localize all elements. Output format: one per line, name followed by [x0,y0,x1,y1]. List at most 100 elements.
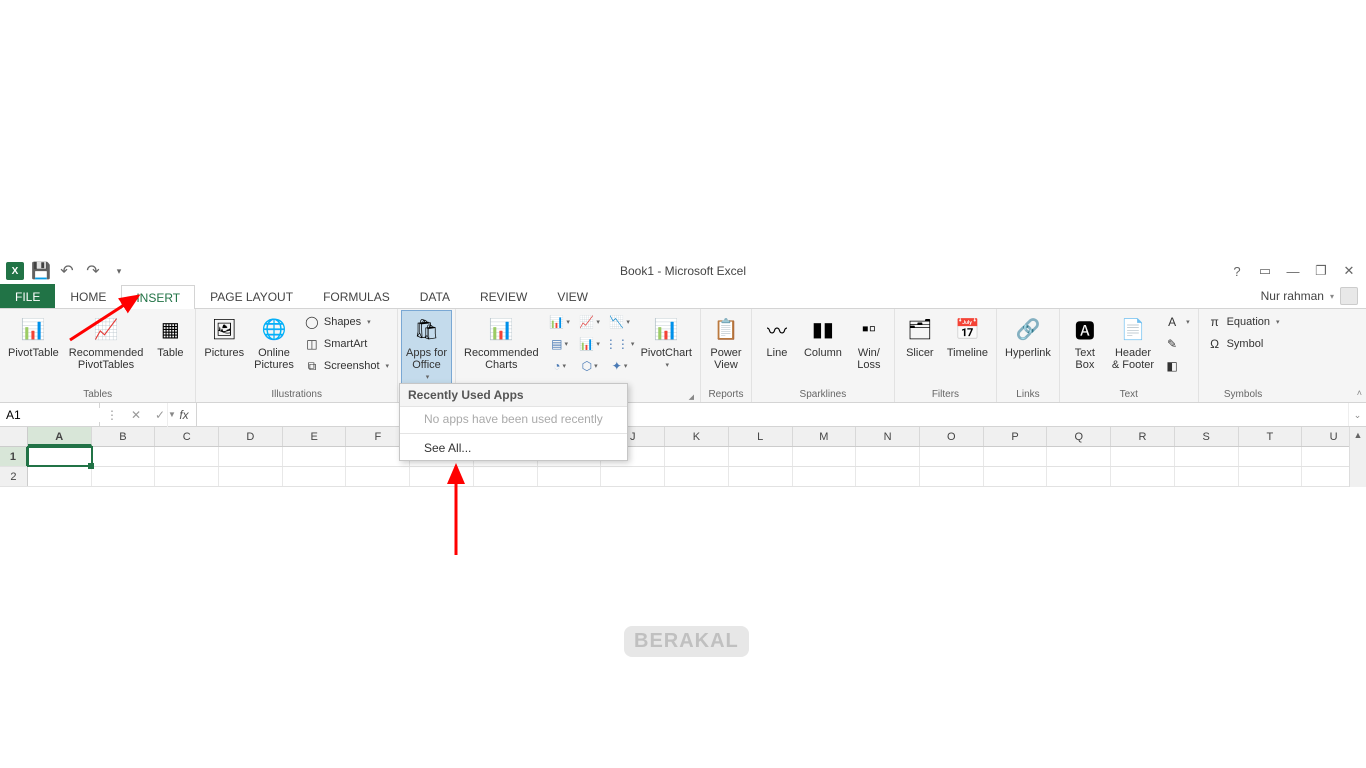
power-view-button[interactable]: 📋Power View [705,311,747,373]
undo-button[interactable]: ↶ [56,260,78,282]
column-chart-button[interactable]: 📊 [545,311,575,333]
user-name[interactable]: Nur rahman [1261,289,1324,303]
cell[interactable] [155,447,219,466]
row-header[interactable]: 1 [0,447,28,466]
cell[interactable] [219,467,283,486]
enter-formula-button[interactable]: ✓ [148,403,172,427]
pie-chart-button[interactable]: ◔ [545,355,575,377]
expand-formula-bar-button[interactable]: ⌄ [1348,403,1366,426]
screenshot-button[interactable]: ⧉Screenshot [300,355,393,377]
cell[interactable] [1239,447,1303,466]
name-box[interactable]: ▼ [0,403,100,426]
line-chart-button[interactable]: 📈 [575,311,605,333]
cell[interactable] [1047,447,1111,466]
save-button[interactable]: 💾 [30,260,52,282]
cell[interactable] [984,467,1048,486]
formula-menu-button[interactable]: ⋮ [100,403,124,427]
slicer-button[interactable]: 🗂Slicer [899,311,941,361]
smartart-button[interactable]: ◫SmartArt [300,333,393,355]
header-footer-button[interactable]: 📄Header & Footer [1108,311,1158,373]
cell[interactable] [538,467,602,486]
text-box-button[interactable]: 🅰Text Box [1064,311,1106,373]
online-pictures-button[interactable]: 🌐Online Pictures [250,311,298,373]
tab-formulas[interactable]: FORMULAS [308,284,405,308]
see-all-apps-item[interactable]: See All... [400,436,627,460]
column-header[interactable]: D [219,427,283,446]
column-header[interactable]: C [155,427,219,446]
sparkline-column-button[interactable]: ▮▮Column [800,311,846,361]
vertical-scrollbar[interactable]: ▲ [1349,427,1366,487]
insert-function-button[interactable]: fx [172,403,196,427]
cell[interactable] [92,467,156,486]
cell[interactable] [1111,447,1175,466]
pivot-chart-button[interactable]: 📊PivotChart [637,311,696,371]
column-header[interactable]: A [28,427,92,446]
minimize-button[interactable]: — [1280,260,1306,282]
cell[interactable] [1111,467,1175,486]
user-avatar-icon[interactable] [1340,287,1358,305]
cell[interactable] [28,467,92,486]
cell[interactable] [920,447,984,466]
cell[interactable] [346,467,410,486]
bar-chart-button[interactable]: ▤ [545,333,575,355]
cell[interactable] [1047,467,1111,486]
cell[interactable] [1239,467,1303,486]
hyperlink-button[interactable]: 🔗Hyperlink [1001,311,1055,361]
column-header[interactable]: N [856,427,920,446]
timeline-button[interactable]: 📅Timeline [943,311,992,361]
scroll-up-button[interactable]: ▲ [1350,427,1366,444]
column-header[interactable]: B [92,427,156,446]
restore-button[interactable]: ❐ [1308,260,1334,282]
cell[interactable] [856,467,920,486]
tab-data[interactable]: DATA [405,284,465,308]
shapes-button[interactable]: ◯Shapes [300,311,393,333]
row-header[interactable]: 2 [0,467,28,486]
collapse-ribbon-button[interactable]: ˄ [1357,388,1362,398]
tab-review[interactable]: REVIEW [465,284,542,308]
tab-view[interactable]: VIEW [542,284,603,308]
scatter-chart-button[interactable]: ⋮⋮ [605,333,635,355]
cell[interactable] [1175,447,1239,466]
tab-file[interactable]: FILE [0,284,55,308]
ribbon-display-options-button[interactable]: ▭ [1252,260,1278,282]
cell[interactable] [601,467,665,486]
object-button[interactable]: ◧ [1160,355,1194,377]
cell[interactable] [92,447,156,466]
column-header[interactable]: M [793,427,857,446]
cell[interactable] [984,447,1048,466]
cell[interactable] [219,447,283,466]
radar-chart-button[interactable]: ✦ [605,355,635,377]
select-all-corner[interactable] [0,427,28,446]
stock-chart-button[interactable]: 📊 [575,333,605,355]
recommended-charts-button[interactable]: 📊Recommended Charts [460,311,543,373]
cancel-formula-button[interactable]: ✕ [124,403,148,427]
tab-page-layout[interactable]: PAGE LAYOUT [195,284,308,308]
column-header[interactable]: O [920,427,984,446]
column-header[interactable]: S [1175,427,1239,446]
cell[interactable] [665,447,729,466]
cell[interactable] [793,467,857,486]
pictures-button[interactable]: 🖼Pictures [200,311,248,361]
column-header[interactable]: R [1111,427,1175,446]
table-button[interactable]: ▦Table [149,311,191,361]
area-chart-button[interactable]: 📉 [605,311,635,333]
column-header[interactable]: L [729,427,793,446]
formula-input[interactable] [197,403,1348,426]
column-header[interactable]: K [665,427,729,446]
excel-logo-icon[interactable]: X [4,260,26,282]
apps-for-office-button[interactable]: 🛍Apps for Office [402,311,451,383]
cell[interactable] [793,447,857,466]
wordart-button[interactable]: A [1160,311,1194,333]
cell[interactable] [1175,467,1239,486]
cell[interactable] [410,467,474,486]
sparkline-line-button[interactable]: 〰Line [756,311,798,361]
column-header[interactable]: Q [1047,427,1111,446]
close-button[interactable]: ✕ [1336,260,1362,282]
equation-button[interactable]: πEquation [1203,311,1284,333]
symbol-button[interactable]: ΩSymbol [1203,333,1284,355]
column-header[interactable]: E [283,427,347,446]
cell[interactable] [729,447,793,466]
help-button[interactable]: ? [1224,260,1250,282]
tab-insert[interactable]: INSERT [121,285,195,309]
cell-a1[interactable] [28,447,92,466]
